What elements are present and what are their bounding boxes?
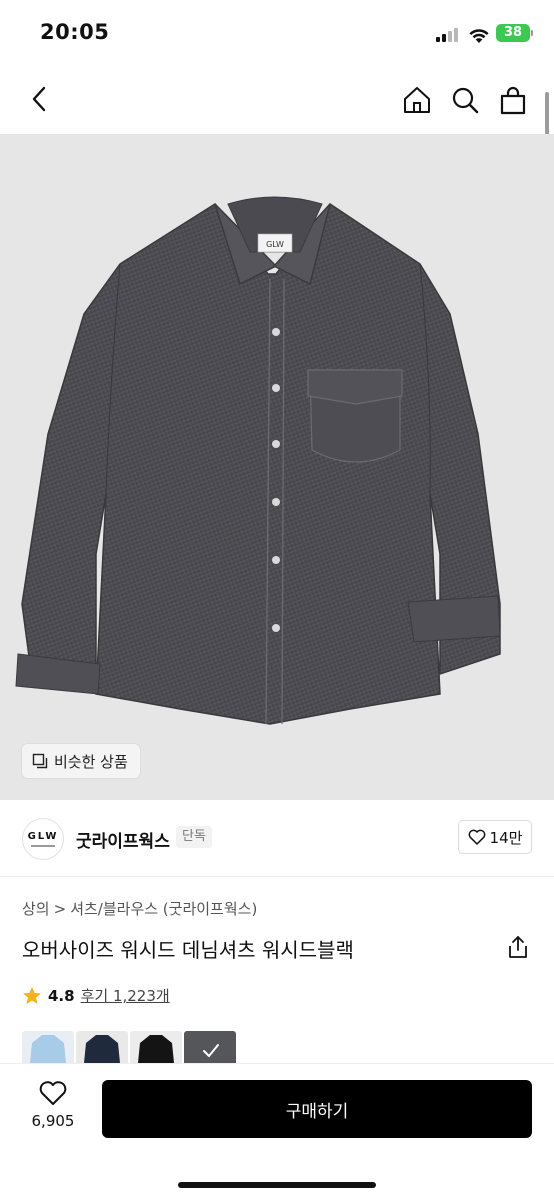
swatch-light-blue[interactable] <box>22 1031 74 1063</box>
exclusive-badge: 단독 <box>176 826 212 848</box>
similar-products-label: 비슷한 상품 <box>54 752 128 771</box>
shopping-bag-icon <box>500 86 526 115</box>
product-photo-denim-shirt: GLW <box>15 196 501 725</box>
battery-tip <box>531 30 533 36</box>
search-button[interactable] <box>448 83 482 117</box>
brand-like-count: 14만 <box>489 828 523 847</box>
home-button[interactable] <box>400 83 434 117</box>
share-icon <box>509 936 527 958</box>
heart-icon <box>468 829 485 845</box>
battery-level: 38 <box>503 25 523 40</box>
swatch-navy-shirt <box>84 1035 120 1063</box>
swatch-light-blue-shirt <box>30 1035 66 1063</box>
swatch-navy[interactable] <box>76 1031 128 1063</box>
product-image-carousel[interactable]: GLW <box>0 134 554 800</box>
brand-row: GLW 굿라이프웍스 단독 14만 <box>0 800 554 877</box>
swatch-black[interactable] <box>130 1031 182 1063</box>
home-icon <box>404 87 430 113</box>
brand-logo-text: GLW <box>27 831 59 842</box>
copy-icon <box>32 753 48 769</box>
brand-logo-underline <box>31 845 55 847</box>
battery-indicator: 38 <box>496 24 530 42</box>
top-nav-bar <box>0 66 554 134</box>
heart-icon <box>39 1081 67 1105</box>
bottom-action-bar: 6,905 구매하기 <box>0 1063 554 1201</box>
brand-name-link[interactable]: 굿라이프웍스 <box>76 827 170 852</box>
home-indicator <box>178 1182 376 1188</box>
rating-value: 4.8 <box>48 986 75 1005</box>
brand-like-button[interactable]: 14만 <box>458 820 532 854</box>
rating-row: 4.8 후기 1,223개 <box>22 985 170 1006</box>
swatch-black-shirt <box>138 1035 174 1063</box>
similar-products-button[interactable]: 비슷한 상품 <box>22 744 140 778</box>
buy-button[interactable]: 구매하기 <box>102 1080 532 1138</box>
wifi-icon <box>469 29 489 43</box>
back-button[interactable] <box>24 84 54 114</box>
shirt-label-text: GLW <box>266 240 284 249</box>
color-swatches <box>22 1031 236 1063</box>
breadcrumb-separator: > <box>53 899 67 918</box>
product-title: 오버사이즈 워시드 데님셔츠 워시드블랙 <box>22 938 354 962</box>
reviews-link[interactable]: 후기 1,223개 <box>81 985 170 1006</box>
cellular-signal-icon <box>436 28 462 42</box>
status-bar: 20:05 38 <box>0 0 554 66</box>
star-icon <box>23 986 41 1004</box>
status-time: 20:05 <box>40 20 110 44</box>
wishlist-count: 6,905 <box>31 1112 75 1130</box>
cart-button[interactable] <box>496 83 530 117</box>
checkmark-icon <box>203 1044 219 1057</box>
share-button[interactable] <box>506 934 530 964</box>
wishlist-button[interactable]: 6,905 <box>24 1080 82 1130</box>
breadcrumb: 상의 > 셔츠/블라우스 (굿라이프웍스) <box>22 898 257 919</box>
breadcrumb-category[interactable]: 상의 <box>22 898 50 919</box>
chevron-left-icon <box>32 86 46 112</box>
brand-logo[interactable]: GLW <box>22 818 64 860</box>
search-icon <box>452 87 479 114</box>
breadcrumb-subcategory[interactable]: 셔츠/블라우스 (굿라이프웍스) <box>70 898 257 919</box>
swatch-washed-black-selected[interactable] <box>184 1031 236 1063</box>
